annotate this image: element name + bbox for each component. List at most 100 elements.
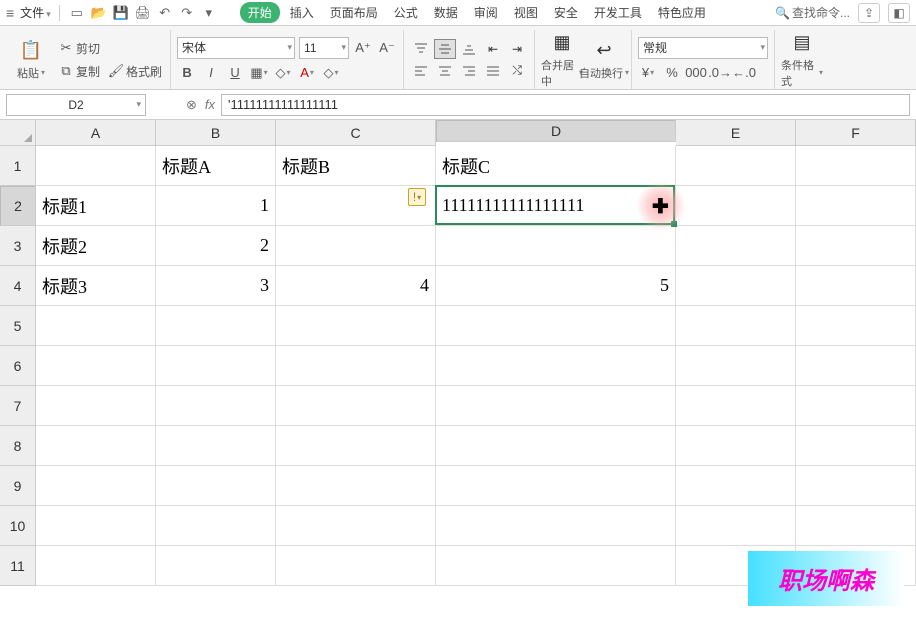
cell-A7[interactable]: [36, 386, 156, 426]
font-color-button[interactable]: A: [297, 63, 317, 83]
fx-icon[interactable]: fx: [205, 97, 215, 112]
row-header-3[interactable]: 3: [0, 226, 36, 266]
cell-E3[interactable]: [676, 226, 796, 266]
align-bottom-button[interactable]: [458, 39, 480, 59]
redo-icon[interactable]: ↷: [178, 4, 196, 22]
comma-button[interactable]: 000: [686, 63, 706, 83]
font-size-select[interactable]: 11▾: [299, 37, 349, 59]
cell-C9[interactable]: [276, 466, 436, 506]
cell-D3[interactable]: [436, 226, 676, 266]
cell-B6[interactable]: [156, 346, 276, 386]
cell-F2[interactable]: [796, 186, 916, 226]
tab-page-layout[interactable]: 页面布局: [324, 2, 384, 23]
cell-D7[interactable]: [436, 386, 676, 426]
cell-D4[interactable]: 5: [436, 266, 676, 306]
save-icon[interactable]: 💾: [112, 4, 130, 22]
cell-C5[interactable]: [276, 306, 436, 346]
align-right-button[interactable]: [458, 61, 480, 81]
align-center-button[interactable]: [434, 61, 456, 81]
row-header-8[interactable]: 8: [0, 426, 36, 466]
tab-dev[interactable]: 开发工具: [588, 2, 648, 23]
indent-dec-button[interactable]: ⇤: [482, 39, 504, 59]
row-header-4[interactable]: 4: [0, 266, 36, 306]
error-indicator[interactable]: !: [408, 188, 426, 206]
align-justify-button[interactable]: [482, 61, 504, 81]
undo-icon[interactable]: ↶: [156, 4, 174, 22]
cell-C10[interactable]: [276, 506, 436, 546]
italic-button[interactable]: I: [201, 63, 221, 83]
cell-B10[interactable]: [156, 506, 276, 546]
cell-A3[interactable]: 标题2: [36, 226, 156, 266]
print-icon[interactable]: 🖨: [134, 4, 152, 22]
cell-A10[interactable]: [36, 506, 156, 546]
cell-B9[interactable]: [156, 466, 276, 506]
wrap-text-button[interactable]: ↩ 自动换行: [583, 30, 625, 89]
tab-special[interactable]: 特色应用: [652, 2, 712, 23]
font-name-select[interactable]: 宋体▾: [177, 37, 295, 59]
dec-decimal-button[interactable]: ←.0: [734, 63, 754, 83]
cell-F5[interactable]: [796, 306, 916, 346]
align-left-button[interactable]: [410, 61, 432, 81]
tab-review[interactable]: 审阅: [468, 2, 504, 23]
percent-button[interactable]: %: [662, 63, 682, 83]
clear-format-button[interactable]: ◇: [321, 63, 341, 83]
file-menu[interactable]: 文件: [20, 4, 51, 21]
cell-B3[interactable]: 2: [156, 226, 276, 266]
cell-B5[interactable]: [156, 306, 276, 346]
share-icon[interactable]: ⇪: [858, 3, 880, 23]
cell-A4[interactable]: 标题3: [36, 266, 156, 306]
cut-button[interactable]: ✂剪切: [56, 39, 164, 58]
cell-D10[interactable]: [436, 506, 676, 546]
row-header-11[interactable]: 11: [0, 546, 36, 586]
copy-button[interactable]: ⧉复制: [56, 62, 102, 81]
new-doc-icon[interactable]: ▭: [68, 4, 86, 22]
row-header-1[interactable]: 1: [0, 146, 36, 186]
col-header-C[interactable]: C: [276, 120, 436, 146]
col-header-A[interactable]: A: [36, 120, 156, 146]
cell-F4[interactable]: [796, 266, 916, 306]
tab-insert[interactable]: 插入: [284, 2, 320, 23]
col-header-F[interactable]: F: [796, 120, 916, 146]
row-header-2[interactable]: 2: [0, 186, 36, 226]
cell-C1[interactable]: 标题B: [276, 146, 436, 186]
fx-cancel-icon[interactable]: ⊗: [186, 97, 197, 113]
format-painter-button[interactable]: 🖌格式刷: [106, 62, 164, 81]
command-search[interactable]: 🔍查找命令...: [775, 4, 850, 21]
col-header-B[interactable]: B: [156, 120, 276, 146]
col-header-D[interactable]: D: [436, 120, 676, 142]
indent-inc-button[interactable]: ⇥: [506, 39, 528, 59]
cell-E10[interactable]: [676, 506, 796, 546]
select-all-corner[interactable]: [0, 120, 36, 146]
tab-view[interactable]: 视图: [508, 2, 544, 23]
panel-icon[interactable]: ◧: [888, 3, 910, 23]
inc-decimal-button[interactable]: .0→: [710, 63, 730, 83]
hamburger-icon[interactable]: ≡: [6, 5, 14, 21]
row-header-10[interactable]: 10: [0, 506, 36, 546]
cell-C4[interactable]: 4: [276, 266, 436, 306]
cell-F1[interactable]: [796, 146, 916, 186]
cell-D9[interactable]: [436, 466, 676, 506]
paste-button[interactable]: 📋 粘贴: [10, 39, 52, 81]
qat-more-icon[interactable]: ▾: [200, 4, 218, 22]
name-box[interactable]: D2▾: [6, 94, 146, 116]
cell-A8[interactable]: [36, 426, 156, 466]
cell-E6[interactable]: [676, 346, 796, 386]
fill-color-button[interactable]: ◇: [273, 63, 293, 83]
cell-F8[interactable]: [796, 426, 916, 466]
cell-C8[interactable]: [276, 426, 436, 466]
row-header-6[interactable]: 6: [0, 346, 36, 386]
col-header-E[interactable]: E: [676, 120, 796, 146]
cell-A5[interactable]: [36, 306, 156, 346]
cell-E2[interactable]: [676, 186, 796, 226]
cell-E9[interactable]: [676, 466, 796, 506]
cell-B7[interactable]: [156, 386, 276, 426]
tab-formula[interactable]: 公式: [388, 2, 424, 23]
formula-input[interactable]: '11111111111111111: [221, 94, 910, 116]
open-icon[interactable]: 📂: [90, 4, 108, 22]
cell-A6[interactable]: [36, 346, 156, 386]
increase-font-icon[interactable]: A⁺: [353, 38, 373, 58]
cell-D6[interactable]: [436, 346, 676, 386]
cell-F3[interactable]: [796, 226, 916, 266]
cond-format-button[interactable]: ▤ 条件格式: [781, 31, 823, 89]
cell-D2[interactable]: 11111111111111111: [436, 186, 676, 226]
